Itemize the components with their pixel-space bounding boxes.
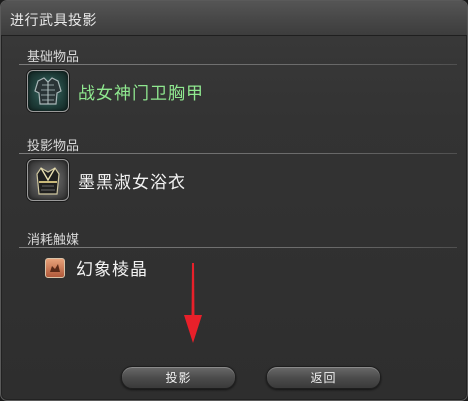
- section-divider: [19, 64, 457, 65]
- catalyst-name: 幻象棱晶: [76, 260, 148, 280]
- glamour-window: 进行武具投影 基础物品 战女神门卫胸甲 投影物品 墨黑淑女浴衣 消耗触媒 幻象棱…: [0, 0, 468, 401]
- base-item-slot[interactable]: 战女神门卫胸甲: [27, 69, 204, 113]
- projection-item-slot[interactable]: 墨黑淑女浴衣: [27, 158, 186, 202]
- prism-icon: [45, 257, 65, 278]
- back-button[interactable]: 返回: [266, 366, 381, 389]
- red-arrow-icon: [184, 263, 202, 343]
- catalyst-label: 消耗触媒: [27, 233, 80, 248]
- base-item-name: 战女神门卫胸甲: [78, 83, 204, 104]
- robe-icon[interactable]: [27, 159, 69, 201]
- base-item-label: 基础物品: [27, 50, 80, 65]
- projection-item-label: 投影物品: [27, 139, 80, 154]
- projection-item-name: 墨黑淑女浴衣: [78, 172, 186, 193]
- catalyst-slot[interactable]: 幻象棱晶: [45, 255, 148, 280]
- project-button[interactable]: 投影: [121, 366, 236, 389]
- section-divider: [19, 153, 457, 154]
- window-title: 进行武具投影: [10, 13, 97, 29]
- section-divider: [19, 247, 457, 248]
- armor-chest-icon[interactable]: [27, 70, 69, 112]
- title-bar[interactable]: 进行武具投影: [1, 1, 467, 36]
